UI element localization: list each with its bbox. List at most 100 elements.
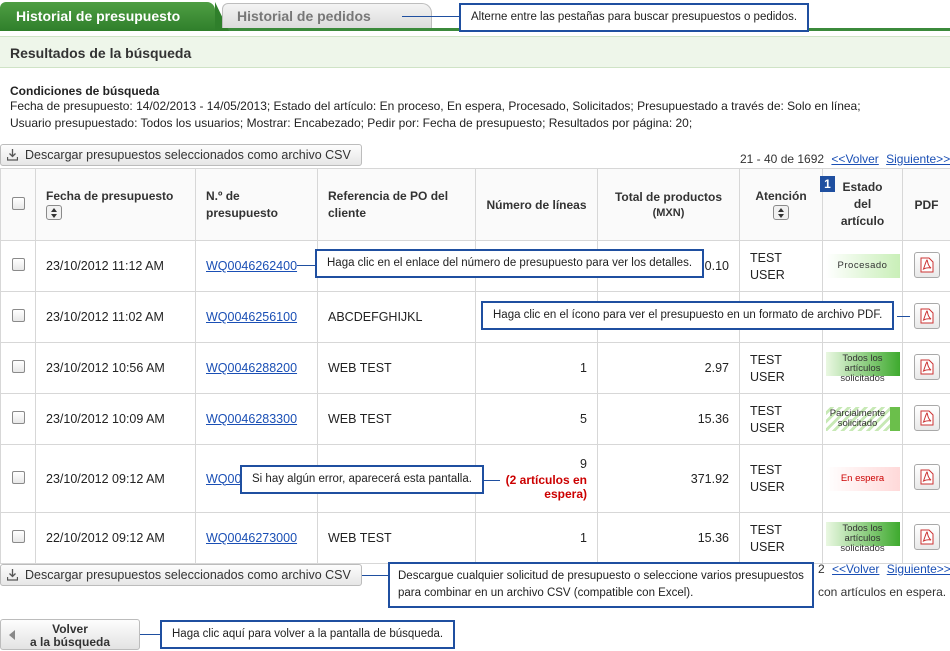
date-cell: 22/10/2012 09:12 AM [35,512,196,564]
callout-number-badge: 1 [820,176,835,192]
status-badge: Todos los artículos solicitados [825,522,900,554]
attention-cell: TEST USER [739,444,823,513]
pdf-icon [920,410,933,425]
col-total-label-1: Total de productos [614,190,723,204]
date-cell: 23/10/2012 11:12 AM [35,240,196,292]
download-icon [7,569,18,581]
pdf-cell [902,342,950,394]
pdf-button[interactable] [913,251,940,278]
pdf-button[interactable] [913,353,940,380]
col-pdf-label: PDF [914,197,939,212]
pdf-cell [902,444,950,513]
pdf-cell [902,393,950,445]
download-csv-button[interactable]: Descargar presupuestos seleccionados com… [0,144,362,166]
quote-number-link[interactable]: WQ0046288200 [206,361,297,375]
pdf-button[interactable] [913,302,940,329]
col-quote-label-2: presupuesto [206,206,279,220]
tab-order-history[interactable]: Historial de pedidos [222,3,432,28]
sort-attention-icon[interactable] [773,205,789,220]
col-po-label-1: Referencia de PO del [328,189,449,203]
callout-back: Haga clic aquí para volver a la pantalla… [160,620,456,649]
row-checkbox[interactable] [11,309,25,322]
pdf-button[interactable] [913,523,940,550]
back-to-search-button[interactable]: Volver a la búsqueda [0,619,140,650]
attention-cell: TEST USER [739,512,823,564]
lines-cell: 9 (2 artículos en espera) [475,444,598,513]
tab-quote-history[interactable]: Historial de presupuesto [0,2,229,31]
pdf-icon [920,359,933,374]
pager-range-tail: 2 [818,562,825,576]
quote-number-link[interactable]: WQ0046283300 [206,412,297,426]
status-badge: Todos los artículos solicitados [825,352,900,384]
results-header: Resultados de la búsqueda [0,36,950,68]
lines-cell: 1 [475,342,598,394]
download-csv-button-bottom[interactable]: Descargar presupuestos seleccionados com… [0,564,362,586]
table-row: 23/10/2012 10:56 AM WQ0046288200 WEB TES… [0,342,950,394]
quote-number-link[interactable]: WQ0046256100 [206,310,297,324]
pager-next-link[interactable]: Siguiente>> [887,562,950,576]
select-all-checkbox[interactable] [11,196,25,210]
col-total: Total de productos (MXN) [597,168,740,241]
pager-bottom: 2 <<Volver Siguiente>> [818,562,950,576]
row-checkbox[interactable] [11,530,25,543]
col-line-count: Número de líneas [475,168,598,241]
total-cell: 371.92 [597,444,740,513]
col-status-label-2: del [853,197,872,211]
row-checkbox[interactable] [11,411,25,424]
col-quote-label-1: N.º de [206,189,240,203]
status-cell: Parcialmente solicitado [822,393,903,445]
total-cell: 15.36 [597,393,740,445]
conditions-line-1: Fecha de presupuesto: 14/02/2013 - 14/05… [10,99,861,113]
table-row: 23/10/2012 10:09 AM WQ0046283300 WEB TES… [0,393,950,445]
row-checkbox[interactable] [11,360,25,373]
on-hold-footnote: con artículos en espera. [818,585,947,599]
pager-top: 21 - 40 de 1692 <<Volver Siguiente>> [740,152,950,166]
select-all-header [0,168,36,241]
callout-csv-line-2: para combinar en un archivo CSV (compati… [398,587,694,599]
download-icon [7,149,18,161]
col-status-label-3: artículo [840,214,885,228]
lines-cell: 5 [475,393,598,445]
pdf-button[interactable] [913,404,940,431]
pager-prev-link[interactable]: <<Volver [832,562,879,576]
callout-quote-link: Haga clic en el enlace del número de pre… [315,249,705,278]
callout-csv-line-1: Descargue cualquier solicitud de presupu… [398,570,804,582]
pdf-button[interactable] [913,464,940,490]
row-select-cell [0,291,36,343]
attention-line-2: USER [750,539,785,554]
attention-cell: TEST USER [739,393,823,445]
row-select-cell [0,342,36,394]
date-cell: 23/10/2012 10:09 AM [35,393,196,445]
total-cell: 2.97 [597,342,740,394]
quote-number-link[interactable]: WQ00 [206,472,241,486]
pager-next-link[interactable]: Siguiente>> [886,152,950,166]
attention-line-1: TEST [750,352,782,367]
callout-leader [140,634,160,635]
row-select-cell [0,240,36,292]
status-badge: Parcialmente solicitado [825,407,900,431]
quote-number-link[interactable]: WQ0046273000 [206,531,297,545]
col-quote-number: N.º de presupuesto [195,168,318,241]
col-date: Fecha de presupuesto [35,168,196,241]
back-arrow-icon [9,630,15,640]
conditions-line-2: Usuario presupuestado: Todos los usuario… [10,116,693,130]
col-pdf: PDF [902,168,950,241]
row-checkbox[interactable] [11,258,25,271]
col-attention: Atención [739,168,823,241]
quote-number-link[interactable]: WQ0046262400 [206,259,297,273]
pager-prev-link[interactable]: <<Volver [831,152,878,166]
row-checkbox[interactable] [11,470,25,484]
download-csv-label: Descargar presupuestos seleccionados com… [25,568,351,582]
attention-cell: TEST USER [739,240,823,292]
date-cell: 23/10/2012 09:12 AM [35,444,196,513]
pdf-icon [920,257,933,272]
callout-leader [402,16,459,17]
lines-cell: 1 [475,512,598,564]
attention-line-2: USER [750,267,785,282]
status-badge: Procesado [825,254,900,278]
status-cell: Todos los artículos solicitados [822,342,903,394]
callout-csv: Descargue cualquier solicitud de presupu… [388,562,814,608]
on-hold-note: (2 artículos en espera) [505,472,587,501]
sort-date-icon[interactable] [46,205,62,220]
attention-line-2: USER [750,369,785,384]
